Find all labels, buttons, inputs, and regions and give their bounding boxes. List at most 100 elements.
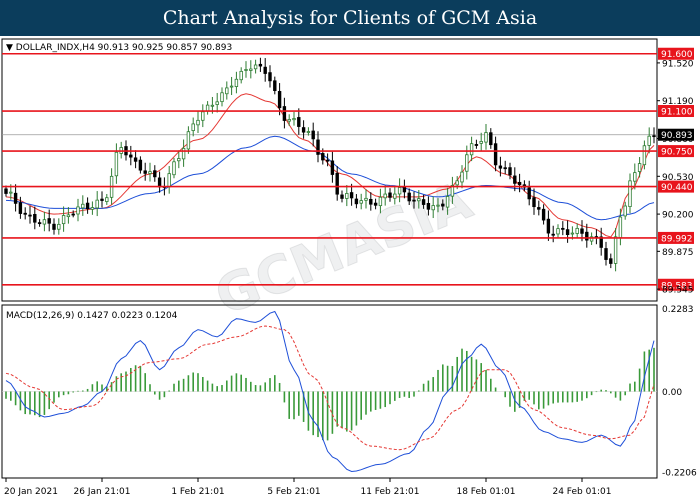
candle-body bbox=[157, 177, 162, 188]
candle-body bbox=[282, 106, 287, 121]
candle-body bbox=[181, 147, 186, 160]
candle bbox=[316, 131, 320, 163]
candle bbox=[52, 218, 56, 235]
candle-body bbox=[541, 208, 546, 221]
candle-body bbox=[61, 215, 66, 225]
candle-body bbox=[239, 70, 243, 81]
candle-body bbox=[623, 205, 627, 217]
candle-body bbox=[114, 151, 119, 177]
candle bbox=[503, 160, 507, 175]
candle bbox=[191, 117, 195, 137]
candle bbox=[532, 188, 536, 215]
level-tag-label: 90.440 bbox=[661, 183, 693, 193]
candle-body bbox=[191, 123, 195, 131]
candle bbox=[642, 140, 647, 170]
candle-body bbox=[513, 175, 517, 184]
candle-body bbox=[585, 231, 589, 241]
candle bbox=[551, 225, 555, 243]
candle bbox=[229, 76, 234, 96]
candle-body bbox=[23, 212, 27, 215]
candle bbox=[133, 150, 138, 169]
candle bbox=[340, 190, 344, 203]
candle-body bbox=[436, 204, 440, 207]
candle-body bbox=[609, 258, 613, 264]
candle-body bbox=[301, 127, 306, 133]
candle-body bbox=[220, 92, 224, 103]
candle bbox=[244, 61, 248, 78]
candle-body bbox=[4, 188, 8, 194]
ma-slow-line bbox=[5, 135, 655, 221]
level-tag-label: 90.750 bbox=[661, 148, 693, 158]
candle bbox=[196, 111, 200, 134]
candle-body bbox=[258, 63, 263, 67]
candle-body bbox=[201, 111, 205, 121]
moving-averages-group bbox=[5, 93, 655, 238]
candle-body bbox=[57, 223, 61, 230]
candle-body bbox=[215, 101, 219, 105]
candle-body bbox=[479, 140, 483, 144]
candle-body bbox=[469, 143, 474, 156]
candle-body bbox=[426, 202, 431, 210]
candle-body bbox=[397, 187, 402, 195]
candle-body bbox=[345, 193, 349, 199]
candle bbox=[282, 97, 287, 129]
candle-body bbox=[570, 232, 575, 235]
candle bbox=[469, 136, 474, 162]
candle-body bbox=[90, 207, 95, 210]
candle-body bbox=[637, 163, 642, 172]
candle-body bbox=[292, 118, 296, 121]
candle bbox=[148, 162, 152, 182]
chart-area: GCMASIA 91.600 91.100 90.750 90.440 89.992 89… bbox=[0, 36, 700, 500]
candle-body bbox=[652, 135, 656, 138]
macd-group bbox=[2, 310, 657, 473]
candle bbox=[28, 206, 32, 224]
candle-body bbox=[205, 104, 210, 112]
candle bbox=[225, 81, 229, 100]
candle bbox=[527, 180, 531, 206]
candle-body bbox=[474, 144, 479, 146]
time-tick-label: 20 Jan 2021 bbox=[4, 487, 58, 497]
macd-tick-label: 0.2283 bbox=[662, 305, 694, 315]
candle-body bbox=[421, 199, 426, 205]
candle-body bbox=[373, 202, 378, 206]
collapse-triangle-icon[interactable]: ▼ bbox=[6, 43, 16, 53]
candle bbox=[234, 71, 239, 94]
symbol-info-label: ▼ DOLLAR_INDX,H4 90.913 90.925 90.857 90… bbox=[6, 43, 232, 53]
level-tag-label: 89.992 bbox=[661, 234, 693, 244]
candle bbox=[153, 165, 157, 182]
candle bbox=[61, 206, 66, 232]
candle bbox=[201, 104, 205, 128]
candle-body bbox=[66, 214, 71, 218]
candle bbox=[129, 145, 133, 166]
candle-body bbox=[455, 180, 459, 186]
time-tick-label: 11 Feb 21:01 bbox=[360, 487, 419, 497]
candle-body bbox=[325, 159, 330, 162]
candle-body bbox=[503, 167, 507, 170]
candle bbox=[613, 228, 618, 272]
ma-fast-line bbox=[5, 93, 655, 238]
candle-body bbox=[407, 192, 411, 202]
candle-body bbox=[268, 72, 272, 82]
candle-body bbox=[105, 197, 109, 202]
price-tick-label: 90.200 bbox=[662, 211, 694, 221]
candle bbox=[114, 143, 119, 184]
candle bbox=[215, 92, 219, 113]
candle bbox=[220, 87, 224, 107]
candle-body bbox=[633, 172, 637, 182]
candle-body bbox=[210, 104, 215, 107]
candle-body bbox=[129, 154, 133, 158]
candle-body bbox=[359, 200, 363, 204]
candle-body bbox=[354, 198, 359, 205]
candle bbox=[90, 201, 95, 215]
candle-body bbox=[388, 192, 392, 198]
candle-body bbox=[196, 119, 200, 126]
candle bbox=[345, 185, 349, 207]
watermark-text: GCMASIA bbox=[207, 171, 480, 328]
signal-line bbox=[5, 325, 655, 451]
price-tick-label: 89.545 bbox=[662, 286, 694, 296]
candle-body bbox=[604, 248, 608, 260]
candle-body bbox=[517, 181, 522, 185]
candle-body bbox=[153, 170, 157, 178]
candle-body bbox=[561, 227, 565, 230]
candle-body bbox=[263, 66, 267, 74]
